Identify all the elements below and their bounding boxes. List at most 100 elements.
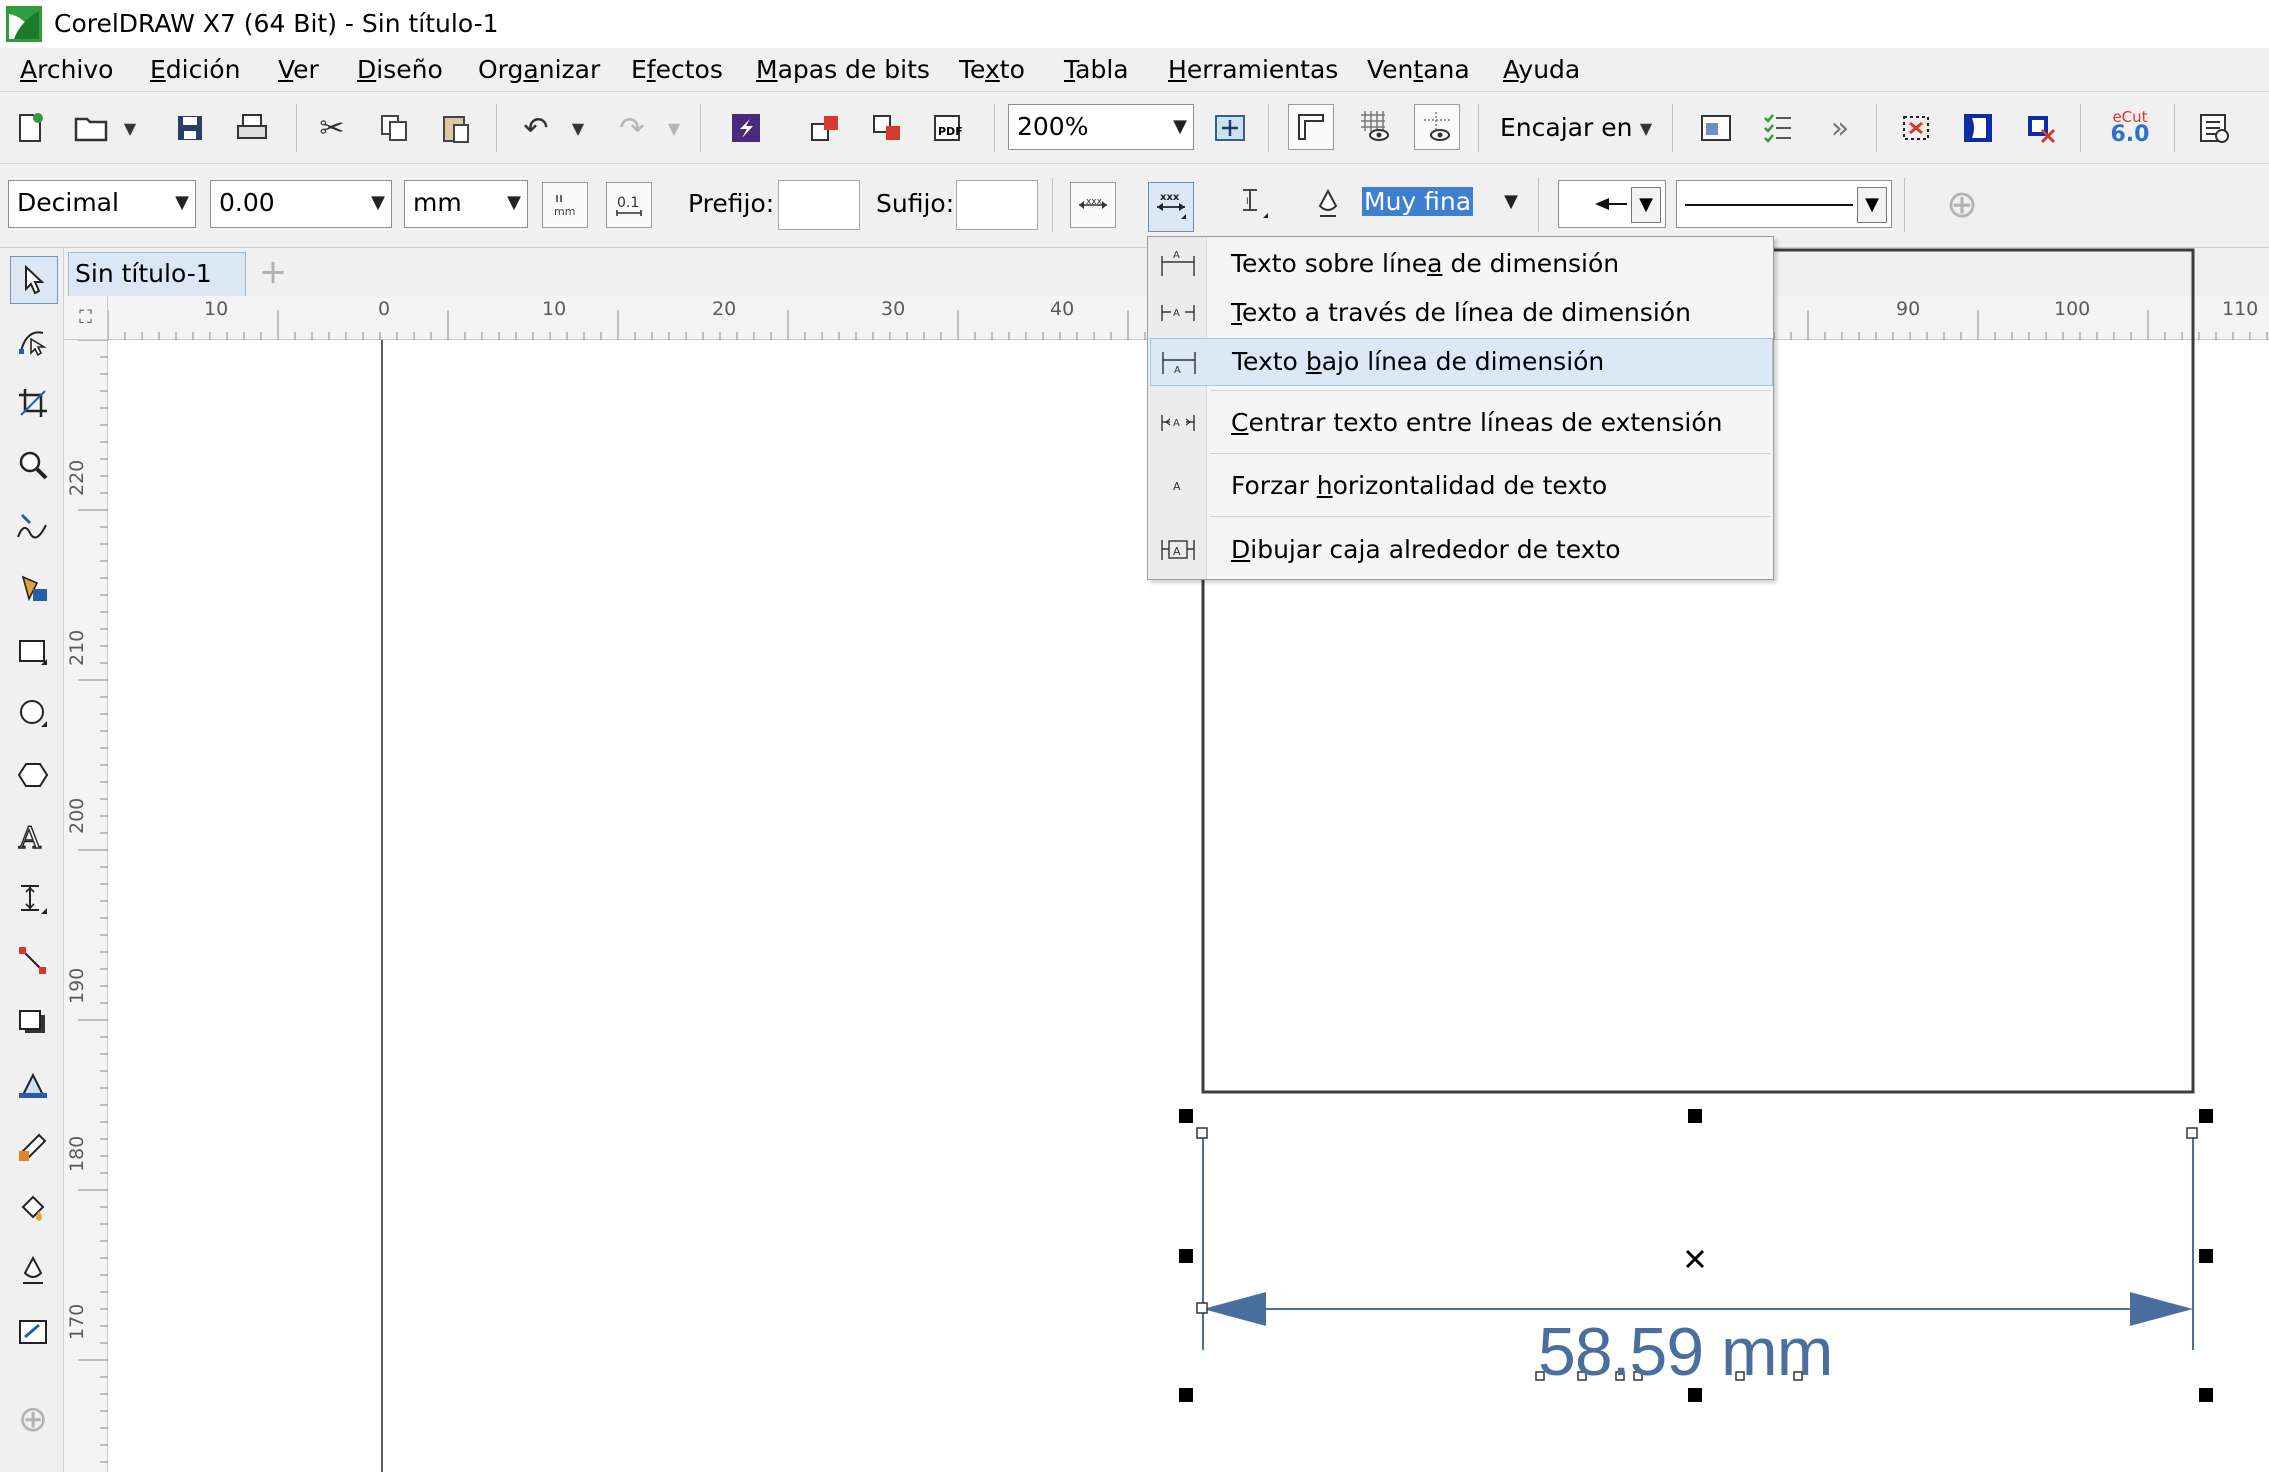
arrowhead-left-icon (1595, 198, 1627, 210)
line-style-combo[interactable]: ▼ (1676, 180, 1892, 228)
menu-item-horizontal-text[interactable]: A Forzar horizontalidad de texto (1150, 463, 1771, 509)
outline-width-value[interactable]: Muy fina (1362, 187, 1474, 216)
menu-organizar[interactable]: Organizar (478, 54, 600, 86)
pick-tool-icon[interactable] (10, 256, 58, 304)
new-document-icon[interactable] (8, 106, 52, 150)
export-icon[interactable] (866, 106, 910, 150)
suffix-input[interactable] (956, 180, 1038, 230)
zoom-tool-icon[interactable] (10, 442, 56, 488)
menu-archivo[interactable]: Archivo (20, 54, 113, 86)
zoom-dropdown-chevron-icon[interactable]: ▼ (1173, 105, 1187, 149)
document-tab[interactable]: Sin título-1 (68, 252, 246, 296)
menu-ver[interactable]: Ver (278, 54, 319, 86)
show-rulers-icon[interactable] (1288, 104, 1334, 150)
menu-item-center-text[interactable]: A Centrar texto entre líneas de extensió… (1150, 400, 1771, 446)
ecut-plugin-icon[interactable]: eCut 6.0 (2108, 104, 2152, 148)
vertical-ruler[interactable]: 220 210 200 190 180 170 (64, 340, 108, 1472)
macro-frame-icon[interactable] (1956, 106, 2000, 150)
open-dropdown-chevron-icon[interactable]: ▼ (118, 106, 142, 150)
show-grid-icon[interactable] (1352, 104, 1396, 148)
outline-pen-icon[interactable] (1306, 182, 1350, 226)
ruler-origin-icon[interactable]: ⛶ (64, 296, 108, 340)
text-tool-icon[interactable]: A (10, 814, 56, 860)
mnemonic-letter: f (646, 55, 656, 84)
dynamic-dimensioning-icon[interactable]: xxx (1070, 182, 1116, 228)
macro-calculator-icon[interactable] (2192, 106, 2236, 150)
show-units-icon[interactable]: mm (542, 182, 588, 228)
menu-ventana[interactable]: Ventana (1367, 54, 1470, 86)
object-properties-tool-icon[interactable] (10, 1310, 56, 1356)
macro-selection-icon[interactable] (1894, 106, 1938, 150)
polygon-tool-icon[interactable] (10, 752, 56, 798)
prefix-input[interactable] (778, 180, 860, 230)
menu-edicion[interactable]: Edición (150, 54, 240, 86)
snap-to-dropdown-chevron-icon[interactable]: ▼ (1634, 106, 1658, 150)
menu-item-text-below-line[interactable]: A Texto bajo línea de dimensión (1150, 338, 1773, 386)
drop-shadow-tool-icon[interactable] (10, 1000, 56, 1046)
outline-width-chevron-icon[interactable]: ▼ (1504, 180, 1518, 224)
transparency-tool-icon[interactable] (10, 1062, 56, 1108)
menu-efectos[interactable]: Efectos (631, 54, 723, 86)
publish-pdf-icon[interactable]: PDF (928, 106, 972, 150)
line-style-chevron-icon[interactable]: ▼ (1857, 187, 1887, 223)
redo-icon[interactable]: ↷ (610, 106, 654, 150)
add-tool-plus-icon[interactable]: ⊕ (10, 1396, 56, 1442)
snap-to-label[interactable]: Encajar en (1500, 112, 1632, 144)
connector-tool-icon[interactable] (10, 938, 56, 984)
smart-fill-tool-icon[interactable] (10, 566, 56, 612)
extension-line-options-icon[interactable]: I (1232, 182, 1276, 226)
undo-icon[interactable]: ↶ (514, 106, 558, 150)
menu-item-box-around-text[interactable]: A Dibujar caja alrededor de texto (1150, 527, 1771, 573)
menu-mapas-de-bits[interactable]: Mapas de bits (756, 54, 930, 86)
quick-customize-plus-icon[interactable]: ⊕ (1940, 182, 1984, 226)
menu-tabla[interactable]: Tabla (1064, 54, 1129, 86)
dimension-style-chevron-icon[interactable]: ▼ (175, 181, 189, 225)
dimension-precision-chevron-icon[interactable]: ▼ (371, 181, 385, 225)
show-guidelines-icon[interactable] (1414, 104, 1460, 150)
ruler-label: 170 (66, 1303, 88, 1340)
menu-item-text-above-line[interactable]: A Texto sobre línea de dimensión (1150, 241, 1771, 287)
dimension-tool-icon[interactable] (10, 876, 56, 922)
freehand-tool-icon[interactable] (10, 504, 56, 550)
menu-item-text-through-line[interactable]: A Texto a través de línea de dimensión (1150, 290, 1771, 336)
interactive-fill-tool-icon[interactable] (10, 1186, 56, 1232)
leading-zero-icon[interactable]: 0.1 (606, 182, 652, 228)
shape-tool-icon[interactable] (10, 318, 56, 364)
zoom-one-shot-icon[interactable] (1208, 106, 1252, 150)
dimension-text[interactable]: 58.59 mm (1538, 1312, 1833, 1392)
options-checklist-icon[interactable] (1756, 106, 1800, 150)
paste-icon[interactable] (434, 106, 478, 150)
dimension-units-combo[interactable]: mm ▼ (404, 180, 528, 228)
welcome-screen-icon[interactable] (1694, 106, 1738, 150)
outline-width-combo[interactable]: Muy fina ▼ (1354, 180, 1528, 228)
ruler-label: 0 (378, 298, 391, 320)
open-folder-icon[interactable] (70, 106, 114, 150)
rectangle-tool-icon[interactable] (10, 628, 56, 674)
print-icon[interactable] (230, 106, 274, 150)
search-content-icon[interactable] (724, 106, 768, 150)
undo-dropdown-chevron-icon[interactable]: ▼ (566, 106, 590, 150)
cut-scissors-icon[interactable]: ✂ (310, 106, 354, 150)
copy-icon[interactable] (372, 106, 416, 150)
start-arrowhead-chevron-icon[interactable]: ▼ (1631, 187, 1661, 223)
menu-texto[interactable]: Texto (959, 54, 1025, 86)
redo-dropdown-chevron-icon[interactable]: ▼ (662, 106, 686, 150)
text-position-icon[interactable]: xxx (1148, 182, 1194, 232)
menu-herramientas[interactable]: Herramientas (1168, 54, 1338, 86)
crop-tool-icon[interactable] (10, 380, 56, 426)
macro-cutting-icon[interactable] (2018, 106, 2062, 150)
ellipse-tool-icon[interactable] (10, 690, 56, 736)
outline-tool-icon[interactable] (10, 1248, 56, 1294)
import-icon[interactable] (804, 106, 848, 150)
menu-diseno[interactable]: Diseño (357, 54, 443, 86)
toolbar-overflow-chevron-icon[interactable]: » (1818, 106, 1862, 150)
save-icon[interactable] (168, 106, 212, 150)
dimension-precision-combo[interactable]: 0.00 ▼ (210, 180, 392, 228)
dimension-style-combo[interactable]: Decimal ▼ (8, 180, 196, 228)
zoom-level-combo[interactable]: 200% ▼ (1008, 104, 1194, 150)
color-eyedropper-tool-icon[interactable] (10, 1124, 56, 1170)
menu-ayuda[interactable]: Ayuda (1503, 54, 1580, 86)
start-arrowhead-combo[interactable]: ▼ (1558, 180, 1666, 228)
dimension-units-chevron-icon[interactable]: ▼ (507, 181, 521, 225)
new-tab-plus-icon[interactable]: + (252, 252, 294, 294)
